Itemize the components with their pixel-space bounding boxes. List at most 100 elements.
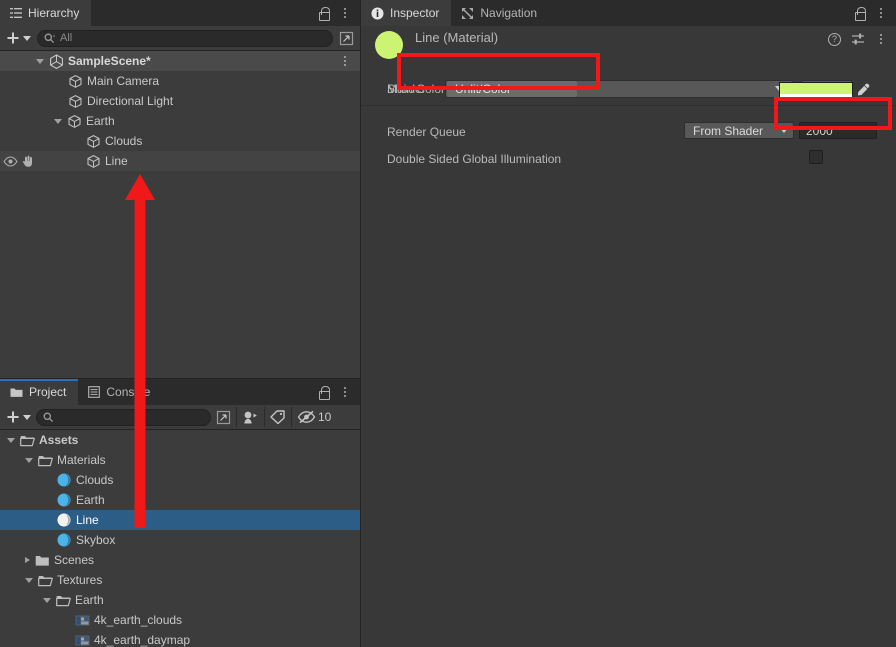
double-sided-gi-label: Double Sided Global Illumination bbox=[387, 152, 561, 166]
hierarchy-menu-icon[interactable] bbox=[339, 6, 351, 20]
inspector-body: Line (Material) ? Shader bbox=[361, 26, 896, 647]
create-gameobject-button[interactable] bbox=[6, 31, 31, 45]
hierarchy-search-placeholder: All bbox=[60, 32, 72, 44]
expand-toggle-open-icon[interactable] bbox=[25, 458, 33, 463]
main-color-control[interactable] bbox=[779, 82, 872, 98]
material-menu-icon[interactable] bbox=[875, 32, 887, 46]
filter-by-type-icon[interactable] bbox=[242, 410, 259, 425]
lock-icon[interactable] bbox=[318, 7, 329, 20]
expand-toggle-open-icon[interactable] bbox=[36, 59, 44, 64]
project-row-scenes[interactable]: Scenes bbox=[0, 550, 360, 570]
hierarchy-row-label: Earth bbox=[86, 114, 115, 128]
preset-icon[interactable] bbox=[851, 33, 865, 46]
project-row-clouds[interactable]: Clouds bbox=[0, 470, 360, 490]
project-row-earth[interactable]: Earth bbox=[0, 490, 360, 510]
gameobject-cube-icon bbox=[67, 73, 83, 89]
project-panel: Project Console bbox=[0, 379, 360, 647]
texture-icon bbox=[74, 612, 90, 628]
project-row-textures[interactable]: Textures bbox=[0, 570, 360, 590]
create-asset-caret-icon[interactable] bbox=[23, 415, 31, 420]
material-header: Line (Material) ? bbox=[361, 26, 896, 72]
project-tree[interactable]: AssetsMaterialsCloudsEarthLineSkyboxScen… bbox=[0, 430, 360, 647]
inspector-menu-icon[interactable] bbox=[875, 6, 887, 20]
inspector-tabbar: Inspector Navigation bbox=[361, 0, 896, 26]
double-sided-gi-checkbox[interactable] bbox=[809, 150, 823, 164]
project-row-skybox[interactable]: Skybox bbox=[0, 530, 360, 550]
gameobject-cube-icon bbox=[85, 133, 101, 149]
tab-project[interactable]: Project bbox=[0, 379, 78, 405]
project-row-label: Clouds bbox=[76, 473, 113, 487]
folder-open-icon bbox=[37, 452, 53, 468]
main-color-alpha-bar bbox=[780, 94, 852, 97]
render-queue-mode-dropdown[interactable]: From Shader bbox=[684, 122, 794, 139]
vertical-divider[interactable] bbox=[360, 0, 361, 647]
lock-icon[interactable] bbox=[318, 386, 329, 399]
render-queue-caret-icon[interactable] bbox=[780, 128, 788, 133]
lock-icon[interactable] bbox=[854, 7, 865, 20]
gameobject-cube-icon bbox=[85, 153, 101, 169]
expand-toggle-closed-icon[interactable] bbox=[25, 557, 30, 563]
hierarchy-row-label: Directional Light bbox=[87, 94, 173, 108]
hierarchy-row-samplescene[interactable]: SampleScene* bbox=[0, 51, 360, 71]
search-icon bbox=[44, 33, 55, 44]
main-color-swatch[interactable] bbox=[779, 82, 853, 98]
create-asset-button[interactable] bbox=[6, 410, 31, 424]
eye-icon[interactable] bbox=[3, 156, 18, 167]
render-queue-label: Render Queue bbox=[387, 125, 466, 139]
scene-menu-icon[interactable] bbox=[339, 54, 351, 68]
project-row-line[interactable]: Line bbox=[0, 510, 360, 530]
expand-toggle-open-icon[interactable] bbox=[25, 578, 33, 583]
tab-hierarchy[interactable]: Hierarchy bbox=[0, 0, 91, 26]
material-preview-thumbnail[interactable] bbox=[375, 31, 403, 59]
console-icon bbox=[88, 386, 100, 398]
hierarchy-icon bbox=[10, 7, 22, 19]
project-row-4k-earth-daymap[interactable]: 4k_earth_daymap bbox=[0, 630, 360, 647]
unity-scene-icon bbox=[48, 53, 64, 69]
search-expand-icon[interactable] bbox=[339, 31, 354, 46]
tab-navigation[interactable]: Navigation bbox=[451, 0, 549, 26]
hierarchy-row-clouds[interactable]: Clouds bbox=[0, 131, 360, 151]
project-row-4k-earth-clouds[interactable]: 4k_earth_clouds bbox=[0, 610, 360, 630]
project-row-label: Earth bbox=[75, 593, 104, 607]
expand-toggle-open-icon[interactable] bbox=[43, 598, 51, 603]
expand-toggle-open-icon[interactable] bbox=[7, 438, 15, 443]
tab-inspector[interactable]: Inspector bbox=[361, 0, 451, 26]
project-menu-icon[interactable] bbox=[339, 385, 351, 399]
help-icon[interactable]: ? bbox=[828, 33, 841, 46]
project-row-earth[interactable]: Earth bbox=[0, 590, 360, 610]
tab-console-label: Console bbox=[106, 385, 150, 399]
render-queue-value-input[interactable]: 2000 bbox=[799, 122, 877, 139]
hierarchy-row-directional-light[interactable]: Directional Light bbox=[0, 91, 360, 111]
horizontal-divider[interactable] bbox=[0, 378, 360, 379]
hierarchy-row-label: Main Camera bbox=[87, 74, 159, 88]
filter-by-label-icon[interactable] bbox=[270, 410, 286, 424]
hierarchy-row-earth[interactable]: Earth bbox=[0, 111, 360, 131]
project-row-label: 4k_earth_daymap bbox=[94, 633, 190, 647]
main-color-label: Main Color bbox=[387, 82, 445, 96]
material-icon bbox=[56, 472, 72, 488]
hierarchy-panel: Hierarchy bbox=[0, 0, 360, 378]
search-expand-icon[interactable] bbox=[216, 410, 231, 425]
material-title: Line (Material) bbox=[415, 30, 498, 45]
tab-console[interactable]: Console bbox=[78, 379, 162, 405]
unity-editor-window: Hierarchy bbox=[0, 0, 896, 647]
project-row-materials[interactable]: Materials bbox=[0, 450, 360, 470]
main-color-swatch-fill bbox=[780, 83, 852, 94]
folder-icon bbox=[34, 552, 50, 568]
inspector-panel: Inspector Navigation bbox=[361, 0, 896, 647]
toolbar-divider bbox=[236, 407, 237, 427]
project-row-label: Materials bbox=[57, 453, 106, 467]
hidden-assets-toggle[interactable]: 10 bbox=[297, 410, 331, 424]
hierarchy-tree[interactable]: SampleScene* Main Camera Directional Light… bbox=[0, 51, 360, 378]
project-row-label: Textures bbox=[57, 573, 102, 587]
project-search-input[interactable] bbox=[36, 409, 211, 426]
expand-toggle-open-icon[interactable] bbox=[54, 119, 62, 124]
toolbar-divider bbox=[291, 407, 292, 427]
create-dropdown-caret-icon[interactable] bbox=[23, 36, 31, 41]
hierarchy-row-line[interactable]: Line bbox=[0, 151, 360, 171]
hierarchy-row-main-camera[interactable]: Main Camera bbox=[0, 71, 360, 91]
pointer-hand-icon[interactable] bbox=[21, 155, 34, 168]
hierarchy-search-input[interactable]: All bbox=[37, 30, 333, 47]
eyedropper-icon[interactable] bbox=[856, 82, 872, 98]
project-row-assets[interactable]: Assets bbox=[0, 430, 360, 450]
